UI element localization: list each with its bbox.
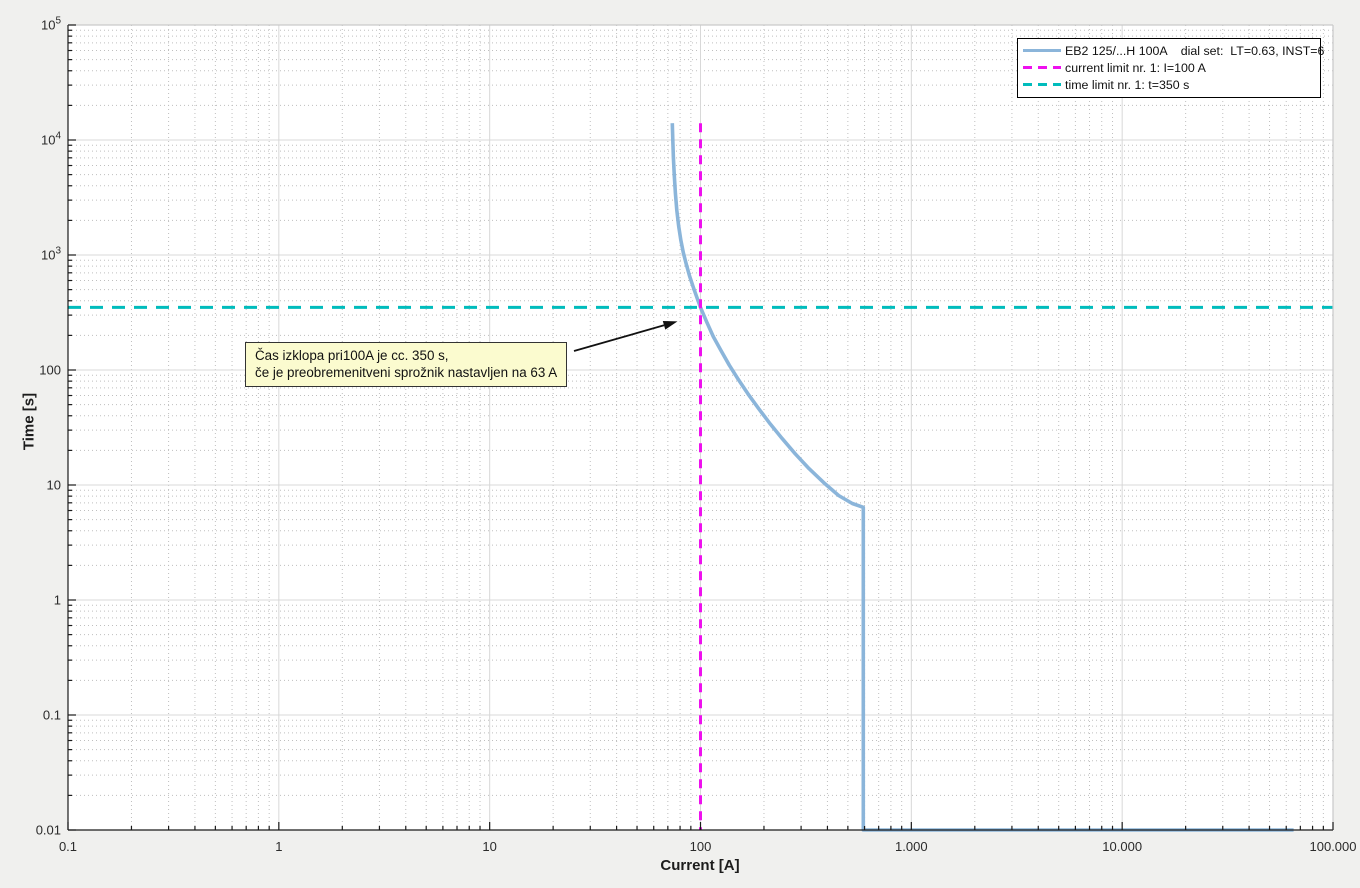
annotation-line-1: Čas izklopa pri100A je cc. 350 s, [255,347,557,364]
legend-line-sample-time-limit [1023,83,1061,86]
svg-text:10: 10 [47,478,61,493]
annotation-box[interactable]: Čas izklopa pri100A je cc. 350 s, če je … [245,342,567,387]
x-axis-title: Current [A] [560,857,840,874]
svg-text:1: 1 [54,593,61,608]
svg-text:103: 103 [41,246,61,263]
svg-text:10: 10 [482,839,496,854]
svg-text:0.01: 0.01 [36,823,61,838]
svg-text:0.1: 0.1 [59,839,77,854]
legend-entry-time-limit: time limit nr. 1: t=350 s [1023,77,1314,92]
svg-text:104: 104 [41,131,61,148]
svg-text:1.000: 1.000 [895,839,928,854]
annotation-line-2: če je preobremenitveni sprožnik nastavlj… [255,364,557,381]
svg-text:105: 105 [41,16,61,33]
legend-label-time-limit: time limit nr. 1: t=350 s [1065,78,1189,92]
svg-text:0.1: 0.1 [43,708,61,723]
svg-text:1: 1 [275,839,282,854]
legend[interactable]: EB2 125/...H 100A dial set: LT=0.63, INS… [1017,38,1321,98]
figure-window: 0.1 1 10 100 1.000 10.000 100.000 105 104 103 100 1… [0,0,1360,888]
svg-text:100.000: 100.000 [1310,839,1357,854]
legend-entry-curve: EB2 125/...H 100A dial set: LT=0.63, INS… [1023,43,1314,58]
svg-text:100: 100 [39,363,61,378]
legend-line-sample-curve [1023,49,1061,52]
svg-text:10.000: 10.000 [1102,839,1142,854]
legend-line-sample-current-limit [1023,66,1061,69]
svg-text:100: 100 [690,839,712,854]
legend-entry-current-limit: current limit nr. 1: I=100 A [1023,60,1314,75]
legend-label-current-limit: current limit nr. 1: I=100 A [1065,61,1206,75]
chart-canvas: 0.1 1 10 100 1.000 10.000 100.000 105 104 103 100 1… [0,0,1360,888]
y-axis-title: Time [s] [21,357,38,487]
legend-label-curve: EB2 125/...H 100A dial set: LT=0.63, INS… [1065,44,1324,58]
